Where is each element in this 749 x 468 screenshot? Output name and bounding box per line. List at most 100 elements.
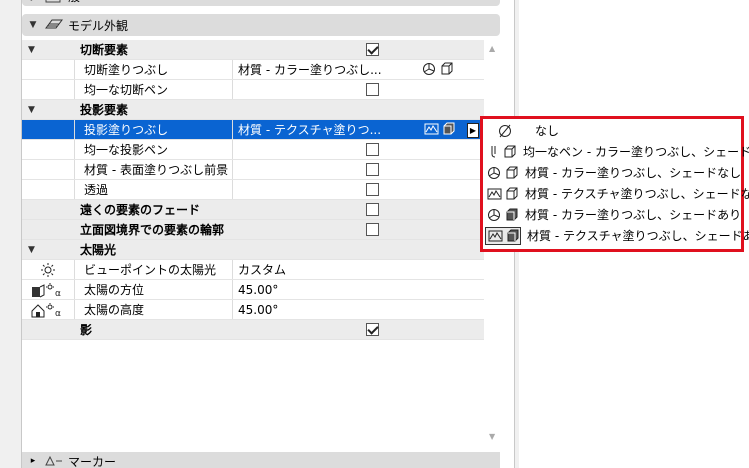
property-row[interactable]: α 太陽の高度 45.00° [22,300,484,320]
scroll-up-icon[interactable]: ▲ [489,44,495,53]
sun-icon [22,260,74,279]
checkbox[interactable] [366,183,379,196]
sun-azimuth-icon: α [22,280,74,299]
checkbox[interactable] [366,83,379,96]
property-row[interactable]: 透過 [22,180,484,200]
column-divider [232,120,233,139]
checkbox[interactable] [366,203,379,216]
fill-options-popup: なし均一なペン - カラー塗りつぶし、シェードなし材質 - カラー塗りつぶし、シ… [480,116,749,252]
property-name: 太陽の高度 [84,303,145,317]
popup-option-label: 均一なペン - カラー塗りつぶし、シェードなし [523,145,749,159]
checkbox[interactable] [366,223,379,236]
popup-option[interactable]: 均一なペン - カラー塗りつぶし、シェードなし [485,142,749,161]
column-divider [232,180,233,199]
property-list: ▼ 切断要素切断塗りつぶし 材質 - カラー塗りつぶし... 均一な切断ペン ▼ 投影要素… [22,40,484,340]
column-divider [232,140,233,159]
property-name: 投影要素 [80,103,129,117]
left-edge [0,0,22,468]
column-divider [74,280,75,299]
section-icon [45,0,61,3]
checkbox[interactable] [366,323,379,336]
popup-option[interactable]: 材質 - カラー塗りつぶし、シェードあり [485,205,742,224]
row-indent [22,320,74,339]
texture-shaded-box-icon[interactable] [424,122,456,136]
row-indent [22,60,74,79]
row-indent [22,220,74,239]
property-name: 太陽の方位 [84,283,145,297]
property-row[interactable]: α 太陽の方位 45.00° [22,280,484,300]
property-row[interactable]: 材質 - 表面塗りつぶし前景 [22,160,484,180]
property-name: ビューポイントの太陽光 [84,263,217,277]
column-divider [232,80,233,99]
property-value[interactable]: 45.00° [238,303,278,317]
property-name: 立面図境界での要素の輪郭 [80,223,225,237]
popup-option-label: 材質 - テクスチャ塗りつぶし、シェードあり [527,229,749,243]
column-divider [232,160,233,179]
row-indent [22,120,74,139]
property-row[interactable]: 切断塗りつぶし 材質 - カラー塗りつぶし... [22,60,484,80]
property-row[interactable]: 均一な切断ペン [22,80,484,100]
section-header-general[interactable]: ▸ 般 [22,0,500,6]
property-value[interactable]: 45.00° [238,283,278,297]
section-header-model-appearance[interactable]: ▼ モデル外観 [22,14,500,36]
property-name: 太陽光 [80,243,117,257]
section-title: 般 [68,0,80,5]
property-name: 均一な切断ペン [84,83,169,97]
pie-box-icon [485,164,519,182]
sun-altitude-icon: α [22,300,74,319]
property-name: 影 [80,323,93,337]
property-value[interactable]: 材質 - テクスチャ塗りつ... [238,121,381,138]
svg-text:α: α [55,309,61,318]
column-divider [74,180,75,199]
group-row[interactable]: 立面図境界での要素の輪郭 [22,220,484,240]
scroll-down-icon[interactable]: ▼ [489,432,495,441]
property-name: 切断塗りつぶし [84,63,169,77]
section-header-marker[interactable]: ▸ マーカー [22,452,500,468]
property-name: 材質 - 表面塗りつぶし前景 [84,163,229,177]
checkbox[interactable] [366,163,379,176]
property-row[interactable]: ビューポイントの太陽光 カスタム [22,260,484,280]
property-name: 透過 [84,183,109,197]
property-row[interactable]: 投影塗りつぶし 材質 - テクスチャ塗りつ... [22,120,484,140]
none-icon [485,122,529,140]
pie-shaded-box-icon [485,206,519,224]
column-divider [232,60,233,79]
collapse-chevron-icon[interactable]: ▼ [22,40,74,59]
column-divider [232,300,233,319]
group-row[interactable]: ▼ 投影要素 [22,100,484,120]
popup-option[interactable]: 材質 - テクスチャ塗りつぶし、シェードなし [485,184,749,203]
property-row[interactable]: 均一な投影ペン [22,140,484,160]
column-divider [74,60,75,79]
fill-mode-icon[interactable] [422,62,454,76]
column-divider [74,260,75,279]
chevron-right-icon: ▸ [30,456,36,466]
texture-box-icon [485,185,519,203]
popup-option[interactable]: なし [485,121,739,140]
collapse-chevron-icon[interactable]: ▼ [22,100,74,119]
column-divider [74,140,75,159]
checkbox[interactable] [366,43,379,56]
popup-option-label: 材質 - カラー塗りつぶし、シェードあり [525,208,742,222]
model-appearance-icon [45,19,63,29]
popup-option-label: 材質 - テクスチャ塗りつぶし、シェードなし [525,187,749,201]
property-value[interactable]: カスタム [238,261,286,278]
section-title: マーカー [68,454,117,468]
popup-option-label: 材質 - カラー塗りつぶし、シェードなし [525,166,742,180]
property-name: 遠くの要素のフェード [80,203,201,217]
settings-panel: ▸ 般 ▼ モデル外観 ▼ 切断要素切断塗りつぶし 材質 - カラー塗りつぶし...… [22,0,514,468]
column-divider [232,280,233,299]
collapse-chevron-icon[interactable]: ▼ [22,240,74,259]
popup-option[interactable]: 材質 - カラー塗りつぶし、シェードなし [485,163,742,182]
popup-open-button[interactable]: ▶ [467,123,479,138]
property-name: 投影塗りつぶし [84,123,169,137]
checkbox[interactable] [366,143,379,156]
popup-option[interactable]: 材質 - テクスチャ塗りつぶし、シェードあり [485,226,749,245]
property-value[interactable]: 材質 - カラー塗りつぶし... [238,61,382,78]
row-indent [22,160,74,179]
group-row[interactable]: 影 [22,320,484,340]
group-row[interactable]: ▼ 太陽光 [22,240,484,260]
group-row[interactable]: ▼ 切断要素 [22,40,484,60]
row-indent [22,80,74,99]
chevron-right-icon: ▸ [26,0,40,4]
group-row[interactable]: 遠くの要素のフェード [22,200,484,220]
